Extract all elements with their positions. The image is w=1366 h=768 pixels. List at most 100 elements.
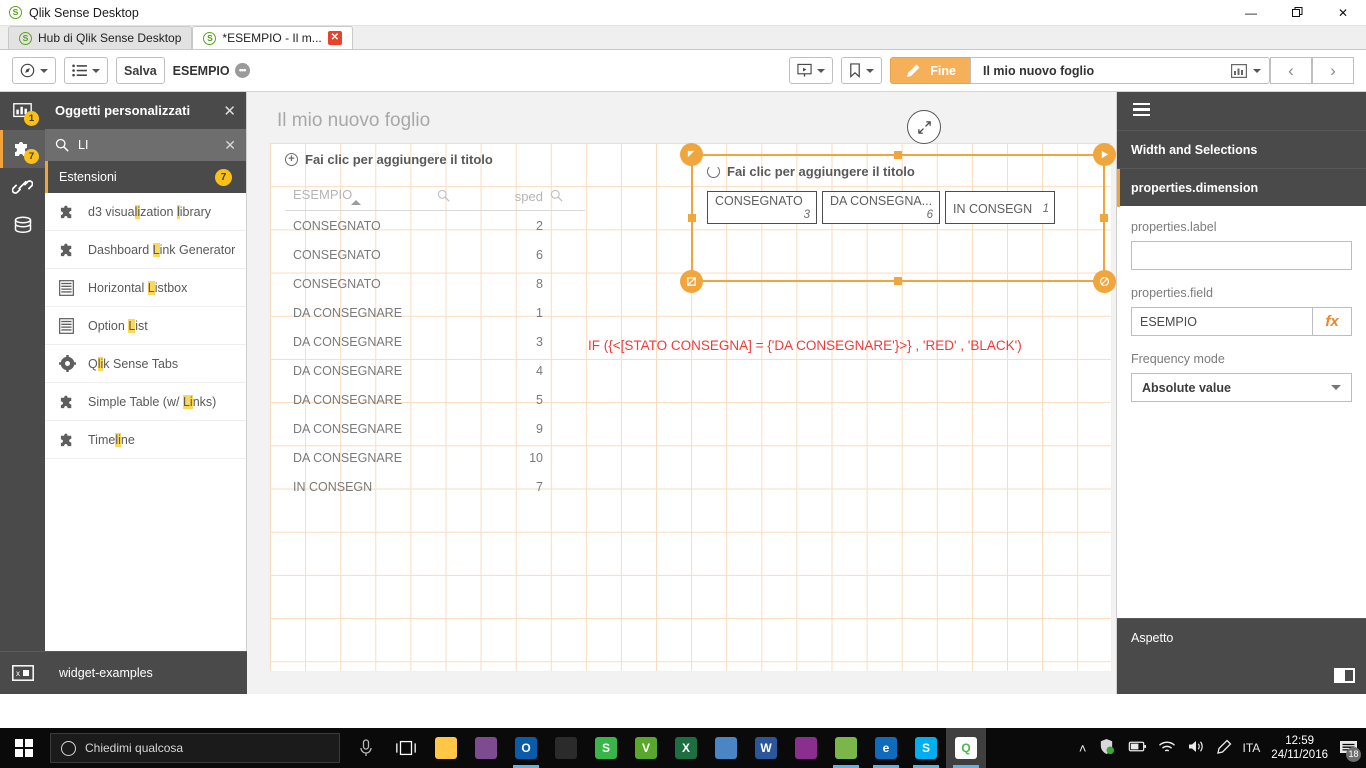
cell-esempio[interactable]: DA CONSEGNARE <box>285 451 437 465</box>
save-button[interactable]: Salva <box>116 57 165 84</box>
next-sheet-button[interactable]: › <box>1312 57 1354 84</box>
table-row[interactable]: DA CONSEGNARE 1 <box>285 298 585 327</box>
table-row[interactable]: IN CONSEGN 7 <box>285 472 585 501</box>
column-search-icon-sped[interactable] <box>543 189 569 205</box>
cell-sped[interactable]: 5 <box>463 393 543 407</box>
table-object[interactable]: + Fai clic per aggiungere il titolo ESEM… <box>271 144 687 660</box>
taskbar-app[interactable]: S <box>906 728 946 768</box>
clear-search-icon[interactable]: ✕ <box>224 137 236 154</box>
table-row[interactable]: DA CONSEGNARE9 <box>285 414 585 443</box>
extension-list-item[interactable]: Timeline <box>45 421 246 459</box>
resize-handle-bottom-left[interactable] <box>680 270 703 293</box>
table-row[interactable]: CONSEGNATO8 <box>285 269 585 298</box>
listbox-item[interactable]: IN CONSEGN1 <box>945 191 1055 224</box>
cell-esempio[interactable]: CONSEGNATO <box>285 248 437 262</box>
security-icon[interactable] <box>1098 738 1115 758</box>
close-button[interactable]: ✕ <box>1320 0 1366 26</box>
sheet-selector[interactable]: Il mio nuovo foglio <box>970 57 1270 84</box>
taskbar-app[interactable] <box>466 728 506 768</box>
microphone-icon[interactable] <box>346 728 386 768</box>
taskbar-app[interactable]: e <box>866 728 906 768</box>
label-input[interactable] <box>1131 241 1352 270</box>
frequency-mode-select[interactable]: Absolute value <box>1131 373 1352 402</box>
taskbar-app[interactable] <box>426 728 466 768</box>
minimize-button[interactable]: — <box>1228 0 1274 26</box>
extension-list-item[interactable]: d3 visualization library <box>45 193 246 231</box>
extension-list-item[interactable]: Qlik Sense Tabs <box>45 345 246 383</box>
taskbar-app[interactable] <box>546 728 586 768</box>
table-row[interactable]: DA CONSEGNARE 3 <box>285 327 585 356</box>
bookmark-button[interactable] <box>841 57 882 84</box>
resize-handle-left[interactable] <box>688 214 696 222</box>
taskbar-app[interactable]: O <box>506 728 546 768</box>
taskbar-app[interactable]: S <box>586 728 626 768</box>
listbox-item[interactable]: CONSEGNATO3 <box>707 191 817 224</box>
section-width-and-selections[interactable]: Width and Selections <box>1117 130 1366 168</box>
taskbar-app[interactable]: X <box>666 728 706 768</box>
column-header-sped[interactable]: sped <box>463 189 543 204</box>
resize-handle-top[interactable] <box>894 151 902 159</box>
taskbar-app[interactable]: Q <box>946 728 986 768</box>
prev-sheet-button[interactable]: ‹ <box>1270 57 1312 84</box>
tab-esempio[interactable]: S *ESEMPIO - Il m... ✕ <box>192 26 352 49</box>
start-button[interactable] <box>0 728 48 768</box>
expression-editor-button[interactable]: fx <box>1312 307 1352 336</box>
resize-handle-top-right[interactable] <box>1093 143 1116 166</box>
table-row[interactable]: CONSEGNATO 2 <box>285 211 585 240</box>
notification-icon[interactable]: 18 <box>1339 739 1358 758</box>
listbox-title-placeholder[interactable]: Fai clic per aggiungere il titolo <box>693 156 1103 179</box>
panel-footer[interactable]: widget-examples <box>45 651 247 694</box>
listbox-item[interactable]: DA CONSEGNA...6 <box>822 191 940 224</box>
field-input[interactable]: ESEMPIO <box>1131 307 1312 336</box>
table-row[interactable]: DA CONSEGNARE 5 <box>285 385 585 414</box>
rail-item-custom-objects[interactable]: 7 <box>0 130 45 168</box>
properties-panel-menu[interactable] <box>1117 92 1366 130</box>
cell-esempio[interactable]: DA CONSEGNARE <box>285 306 437 320</box>
task-view-icon[interactable] <box>386 728 426 768</box>
table-row[interactable]: DA CONSEGNARE 10 <box>285 443 585 472</box>
restore-button[interactable] <box>1274 0 1320 26</box>
cell-sped[interactable]: 4 <box>463 364 543 378</box>
taskbar-app[interactable]: W <box>746 728 786 768</box>
section-appearance[interactable]: Aspetto <box>1117 618 1366 656</box>
column-search-icon-esempio[interactable] <box>437 189 463 205</box>
section-dimension[interactable]: properties.dimension <box>1117 168 1366 206</box>
tray-chevron-icon[interactable]: ˄ <box>1079 741 1087 756</box>
cell-esempio[interactable]: CONSEGNATO <box>285 277 437 291</box>
rail-item-master-items[interactable] <box>0 168 45 206</box>
extension-list-item[interactable]: Dashboard Link Generator <box>45 231 246 269</box>
volume-icon[interactable] <box>1187 739 1205 757</box>
cell-esempio[interactable]: DA CONSEGNARE <box>285 393 437 407</box>
cell-sped[interactable]: 2 <box>463 219 543 233</box>
cell-esempio[interactable]: DA CONSEGNARE <box>285 364 437 378</box>
resize-handle-bottom[interactable] <box>894 277 902 285</box>
resize-handle-right[interactable] <box>1100 214 1108 222</box>
table-row[interactable]: CONSEGNATO 6 <box>285 240 585 269</box>
panel-toggle-icon[interactable] <box>1334 668 1355 683</box>
resize-handle-top-left[interactable] <box>680 143 703 166</box>
wifi-icon[interactable] <box>1158 740 1176 757</box>
navigation-button[interactable] <box>12 57 56 84</box>
pen-icon[interactable] <box>1216 739 1232 758</box>
taskbar-app[interactable] <box>826 728 866 768</box>
cell-sped[interactable]: 10 <box>463 451 543 465</box>
cell-sped[interactable]: 7 <box>463 480 543 494</box>
cell-esempio[interactable]: DA CONSEGNARE <box>285 335 437 349</box>
listbox-object[interactable]: Fai clic per aggiungere il titolo CONSEG… <box>691 154 1105 282</box>
cell-esempio[interactable]: DA CONSEGNARE <box>285 422 437 436</box>
taskbar-app[interactable] <box>786 728 826 768</box>
cell-esempio[interactable]: CONSEGNATO <box>285 219 437 233</box>
taskbar-app[interactable] <box>706 728 746 768</box>
cell-sped[interactable]: 6 <box>463 248 543 262</box>
rail-item-charts[interactable]: 1 <box>0 92 45 130</box>
search-input[interactable]: LI ✕ <box>45 129 246 161</box>
tab-hub[interactable]: S Hub di Qlik Sense Desktop <box>8 26 192 49</box>
rail-item-fields[interactable] <box>0 206 45 244</box>
sheet-canvas[interactable]: + Fai clic per aggiungere il titolo ESEM… <box>269 142 1112 672</box>
cell-sped[interactable]: 3 <box>463 335 543 349</box>
cell-esempio[interactable]: IN CONSEGN <box>285 480 437 494</box>
cell-sped[interactable]: 1 <box>463 306 543 320</box>
tab-close-icon[interactable]: ✕ <box>328 31 342 45</box>
sheets-button[interactable] <box>64 57 108 84</box>
column-header-esempio[interactable]: ESEMPIO <box>285 187 437 207</box>
